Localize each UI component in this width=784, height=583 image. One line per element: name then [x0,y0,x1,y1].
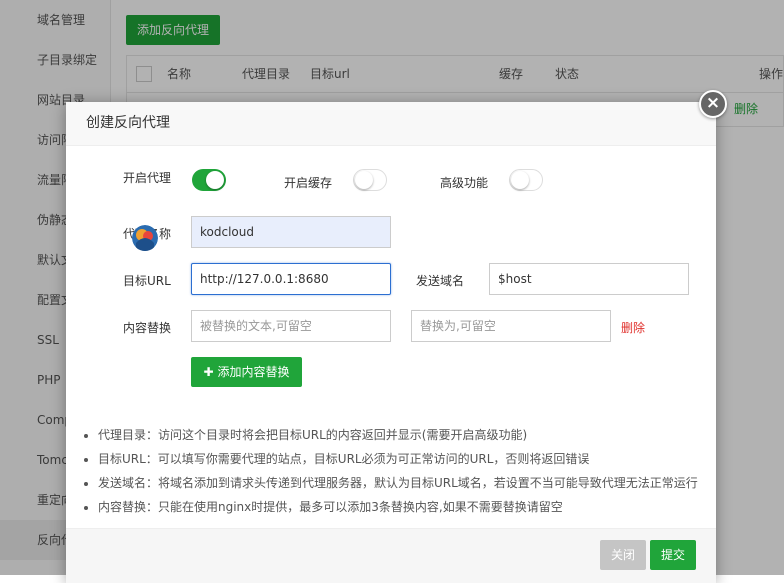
enable-proxy-label: 开启代理 [123,171,172,185]
advanced-label: 高级功能 [440,176,489,190]
toggle-knob [206,171,224,189]
submit-button[interactable]: 提交 [650,540,696,570]
send-domain-input[interactable]: $host [489,263,689,295]
proxy-name-input[interactable]: kodcloud [191,216,391,248]
plus-icon: ✚ [203,365,214,379]
toggle-knob [355,171,373,189]
close-button[interactable]: 关闭 [600,540,646,570]
content-replace-label: 内容替换 [123,321,172,335]
help-note: 内容替换：只能在使用nginx时提供，最多可以添加3条替换内容,如果不需要替换请… [98,495,698,519]
avatar-icon [132,225,158,251]
send-domain-label: 发送域名 [416,274,465,288]
add-content-replace-label: 添加内容替换 [217,365,290,379]
toggle-knob [511,171,529,189]
close-icon[interactable]: × [699,90,727,118]
enable-cache-toggle[interactable] [353,169,387,191]
replace-to-input[interactable]: 替换为,可留空 [411,310,611,342]
dialog-title: 创建反向代理 [66,102,716,146]
help-note: 目标URL：可以填写你需要代理的站点，目标URL必须为可正常访问的URL，否则将… [98,447,698,471]
create-reverse-proxy-dialog: 创建反向代理 开启代理 开启缓存 高级功能 代理名称 kodcloud 目标UR… [66,102,716,583]
enable-cache-label: 开启缓存 [284,176,333,190]
advanced-toggle[interactable] [509,169,543,191]
help-notes: 代理目录：访问这个目录时将会把目标URL的内容返回并显示(需要开启高级功能) 目… [84,423,698,519]
target-url-label: 目标URL [123,274,171,288]
enable-proxy-toggle[interactable] [192,169,226,191]
help-note: 代理目录：访问这个目录时将会把目标URL的内容返回并显示(需要开启高级功能) [98,423,698,447]
add-content-replace-button[interactable]: ✚ 添加内容替换 [191,357,302,387]
help-note: 发送域名：将域名添加到请求头传递到代理服务器，默认为目标URL域名，若设置不当可… [98,471,698,495]
target-url-input[interactable]: http://127.0.0.1:8680 [191,263,391,295]
replace-from-input[interactable]: 被替换的文本,可留空 [191,310,391,342]
delete-replace-link[interactable]: 删除 [621,319,645,336]
